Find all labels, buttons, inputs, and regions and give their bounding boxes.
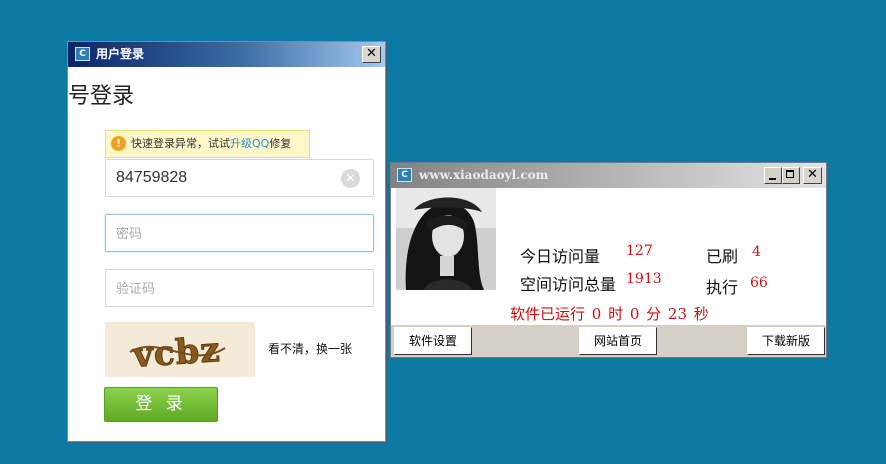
refreshed-label: 已刷 [706, 247, 739, 266]
password-input[interactable] [116, 223, 336, 243]
app-icon: C [75, 47, 90, 61]
warning-suffix: 修复 [269, 137, 292, 150]
avatar [396, 188, 496, 290]
maximize-button[interactable] [782, 167, 800, 184]
login-close-button[interactable]: ✕ [362, 46, 381, 63]
today-visits-value: 127 [626, 243, 653, 259]
account-field[interactable]: ✕ [105, 159, 374, 197]
captcha-input[interactable] [116, 278, 336, 298]
login-heading: 号登录 [68, 84, 135, 109]
app-window-icon: C [397, 168, 412, 182]
exclamation-icon: ! [111, 136, 126, 151]
account-input[interactable] [116, 168, 336, 188]
total-visits-value: 1913 [626, 271, 662, 287]
captcha-image[interactable]: vcbz [105, 322, 255, 377]
refresh-captcha-link[interactable]: 看不清，换一张 [268, 340, 352, 357]
minimize-button[interactable] [764, 167, 782, 184]
login-warning-banner: ! 快速登录异常，试试升级QQ修复 [105, 130, 310, 158]
software-settings-button[interactable]: 软件设置 [394, 327, 472, 355]
app-window: C www.xiaodaoyl.com ✕ 今日访问量 127 空间访问总量 1… [390, 162, 827, 358]
executed-label: 执行 [706, 278, 739, 297]
login-window-title: 用户登录 [96, 47, 145, 61]
login-button[interactable]: 登 录 [104, 387, 218, 422]
clear-icon[interactable]: ✕ [341, 169, 360, 188]
refreshed-value: 4 [752, 244, 761, 260]
captcha-field[interactable] [105, 269, 374, 307]
login-titlebar[interactable]: C 用户登录 ✕ [68, 42, 385, 67]
captcha-text: vcbz [131, 330, 222, 376]
button-bar: 软件设置 网站首页 下载新版 [394, 327, 825, 355]
executed-value: 66 [750, 275, 768, 291]
website-home-button[interactable]: 网站首页 [579, 327, 657, 355]
download-new-version-button[interactable]: 下载新版 [747, 327, 825, 355]
upgrade-qq-link[interactable]: 升级QQ [230, 137, 269, 150]
app-content: 今日访问量 127 空间访问总量 1913 已刷 4 执行 66 软件已运行 0… [391, 188, 826, 325]
password-field[interactable] [105, 214, 374, 252]
app-titlebar[interactable]: C www.xiaodaoyl.com ✕ [391, 163, 826, 188]
warning-text: 快速登录异常，试试 [131, 137, 230, 150]
app-close-button[interactable]: ✕ [803, 167, 822, 184]
app-window-title: www.xiaodaoyl.com [419, 168, 549, 182]
login-window: C 用户登录 ✕ 号登录 ! 快速登录异常，试试升级QQ修复 ✕ vcbz 看不清… [67, 41, 386, 442]
today-visits-label: 今日访问量 [520, 247, 601, 266]
total-visits-label: 空间访问总量 [520, 275, 617, 294]
running-time-text: 软件已运行 0 时 0 分 23 秒 [510, 305, 709, 323]
